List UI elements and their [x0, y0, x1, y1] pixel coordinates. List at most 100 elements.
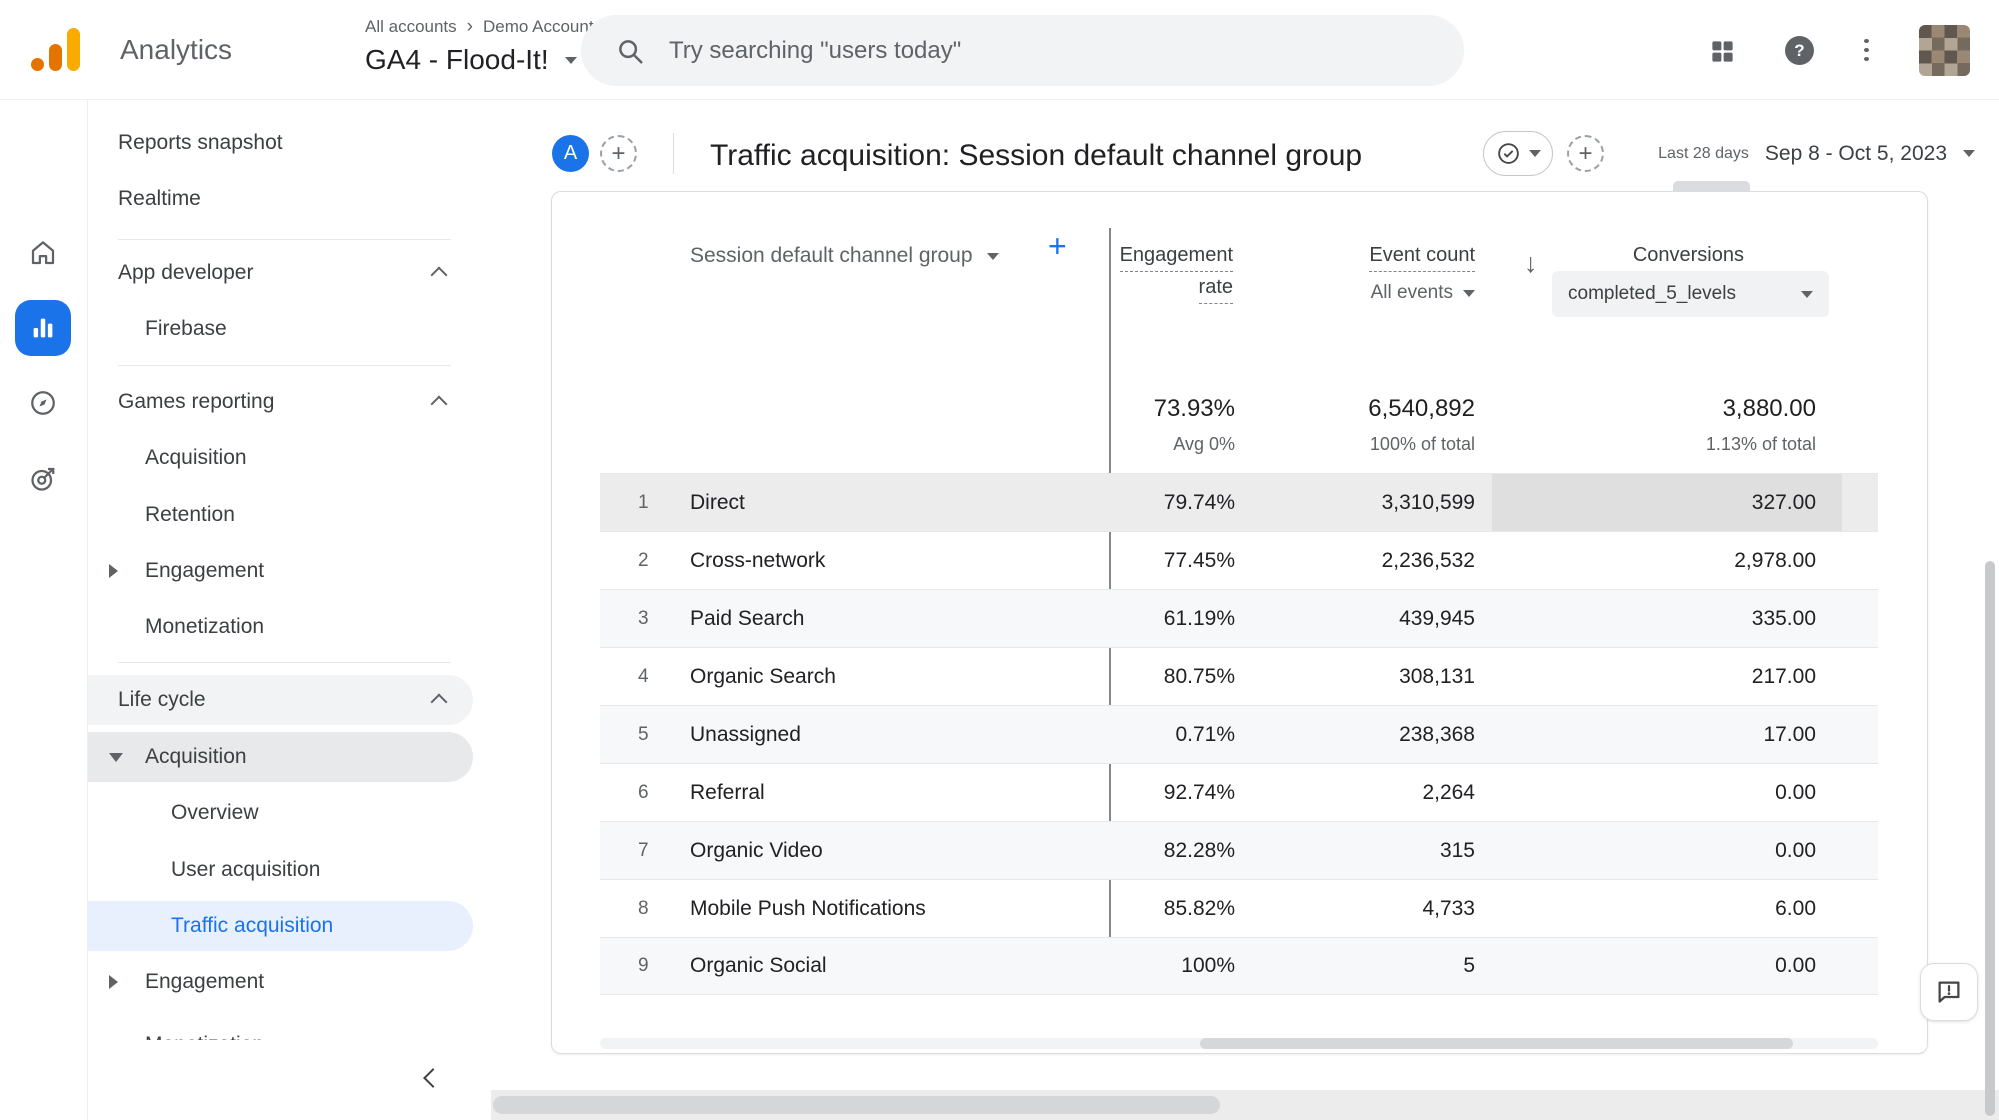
table-row[interactable]: 9 Organic Social 100% 5 0.00	[600, 937, 1878, 995]
collapse-nav-button[interactable]	[413, 1058, 453, 1098]
feedback-button[interactable]	[1920, 963, 1978, 1021]
totals-conversions-sub: 1.13% of total	[1706, 432, 1816, 456]
row-index: 6	[600, 764, 690, 821]
table-row[interactable]: 8 Mobile Push Notifications 85.82% 4,733…	[600, 879, 1878, 937]
column-header-conversions[interactable]: Conversions	[1633, 240, 1744, 272]
sidebar-item-overview[interactable]: Overview	[88, 788, 473, 838]
engagement-rate-cell: 61.19%	[1110, 590, 1241, 647]
compass-icon	[28, 388, 58, 418]
more-options-button[interactable]	[1852, 36, 1880, 64]
channel-name: Paid Search	[690, 590, 1110, 647]
table-body: 1 Direct 79.74% 3,310,599 327.00 2 Cross…	[600, 473, 1878, 995]
sidebar-item-monetization-lifecycle[interactable]: Monetization	[88, 1020, 473, 1040]
report-status-button[interactable]	[1483, 131, 1553, 176]
search-input[interactable]	[667, 36, 1464, 66]
conversions-cell: 0.00	[1477, 938, 1878, 994]
table-row[interactable]: 7 Organic Video 82.28% 315 0.00	[600, 821, 1878, 879]
sidebar-item-monetization-games[interactable]: Monetization	[88, 602, 473, 652]
conversions-cell: 17.00	[1477, 706, 1878, 763]
clipped-scroll-element	[1673, 181, 1750, 191]
table-row[interactable]: 5 Unassigned 0.71% 238,368 17.00	[600, 705, 1878, 763]
breadcrumb-account[interactable]: Demo Account	[483, 17, 594, 37]
add-comparison-button[interactable]: +	[600, 135, 637, 172]
sidebar-item-label: Firebase	[145, 317, 227, 341]
totals-engagement-rate: 73.93%	[1154, 394, 1235, 424]
table-row[interactable]: 6 Referral 92.74% 2,264 0.00	[600, 763, 1878, 821]
user-avatar[interactable]	[1919, 25, 1970, 76]
report-nav-panel: Reports snapshot Realtime App developer …	[87, 100, 491, 1120]
page-vertical-scrollbar[interactable]	[1985, 561, 1995, 1116]
date-range-selector[interactable]: Last 28 days Sep 8 - Oct 5, 2023	[1658, 131, 1975, 176]
chevron-up-icon	[431, 396, 448, 413]
nav-list: Reports snapshot Realtime App developer …	[88, 100, 492, 1040]
page-horizontal-scrollbar[interactable]	[491, 1090, 1999, 1120]
table-row[interactable]: 4 Organic Search 80.75% 308,131 217.00	[600, 647, 1878, 705]
channel-name: Organic Search	[690, 648, 1110, 705]
sidebar-item-realtime[interactable]: Realtime	[88, 174, 473, 224]
apps-grid-button[interactable]	[1707, 36, 1737, 66]
comparison-chip[interactable]: A	[552, 135, 589, 172]
event-count-cell: 5	[1241, 938, 1477, 994]
sidebar-section-games-reporting[interactable]: Games reporting	[88, 377, 473, 427]
chevron-down-icon	[1963, 150, 1975, 157]
chevron-up-icon	[431, 267, 448, 284]
report-table-card: Session default channel group + Engageme…	[551, 191, 1928, 1054]
sidebar-section-life-cycle[interactable]: Life cycle	[88, 675, 473, 725]
column-header-event-count[interactable]: Event count All events	[1369, 240, 1475, 308]
conversions-cell-selected[interactable]: 327.00	[1477, 474, 1878, 531]
totals-conversions: 3,880.00	[1723, 394, 1816, 424]
property-selector[interactable]: GA4 - Flood-It!	[365, 44, 577, 76]
reports-button[interactable]	[15, 300, 71, 356]
add-dimension-button[interactable]: +	[1048, 230, 1067, 262]
row-index: 7	[600, 822, 690, 879]
chevron-down-icon	[1801, 291, 1813, 298]
ga4-app: Analytics All accounts › Demo Account GA…	[0, 0, 1999, 1120]
sidebar-item-reports-snapshot[interactable]: Reports snapshot	[88, 118, 473, 168]
row-index: 5	[600, 706, 690, 763]
sidebar-item-label: Acquisition	[145, 745, 247, 769]
advertising-button[interactable]	[15, 451, 71, 507]
conversion-event-selector[interactable]: completed_5_levels	[1552, 271, 1829, 317]
chevron-right-icon: ›	[467, 16, 473, 38]
sidebar-item-traffic-acquisition[interactable]: Traffic acquisition	[88, 901, 473, 951]
table-row[interactable]: 3 Paid Search 61.19% 439,945 335.00	[600, 589, 1878, 647]
search-bar[interactable]	[581, 15, 1464, 86]
explore-button[interactable]	[15, 375, 71, 431]
table-row[interactable]: 1 Direct 79.74% 3,310,599 327.00	[600, 473, 1878, 531]
customize-report-button[interactable]: +	[1567, 135, 1604, 172]
event-filter-selector[interactable]: All events	[1369, 278, 1475, 308]
sidebar-item-label: Monetization	[145, 615, 264, 639]
sidebar-item-label: Engagement	[145, 970, 264, 994]
analytics-logo-icon[interactable]	[31, 28, 80, 71]
sidebar-item-acquisition-games[interactable]: Acquisition	[88, 433, 473, 483]
channel-name: Direct	[690, 474, 1110, 531]
sidebar-item-engagement-lifecycle[interactable]: Engagement	[88, 957, 473, 1007]
sidebar-item-firebase[interactable]: Firebase	[88, 304, 473, 354]
dimension-label: Session default channel group	[690, 244, 973, 268]
breadcrumb-all-accounts[interactable]: All accounts	[365, 17, 457, 37]
scrollbar-thumb[interactable]	[493, 1096, 1220, 1114]
chevron-down-icon	[565, 57, 577, 64]
sidebar-item-retention[interactable]: Retention	[88, 490, 473, 540]
sidebar-item-acquisition-lifecycle[interactable]: Acquisition	[88, 732, 473, 782]
engagement-rate-cell: 85.82%	[1110, 880, 1241, 937]
row-index: 1	[600, 474, 690, 531]
column-header-engagement-rate[interactable]: Engagement rate	[1120, 240, 1233, 304]
sidebar-item-user-acquisition[interactable]: User acquisition	[88, 845, 473, 895]
sidebar-item-label: Reports snapshot	[118, 131, 283, 155]
dimension-selector[interactable]: Session default channel group	[690, 238, 999, 274]
sort-descending-icon: ↓	[1524, 248, 1538, 279]
sidebar-section-app-developer[interactable]: App developer	[88, 248, 473, 298]
table-horizontal-scrollbar[interactable]	[600, 1038, 1878, 1049]
engagement-rate-cell: 100%	[1110, 938, 1241, 994]
conversions-cell: 217.00	[1477, 648, 1878, 705]
expand-arrow-icon	[109, 975, 118, 989]
sidebar-item-engagement-games[interactable]: Engagement	[88, 546, 473, 596]
row-index: 3	[600, 590, 690, 647]
help-button[interactable]: ?	[1785, 36, 1814, 65]
home-button[interactable]	[15, 225, 71, 281]
event-count-cell: 2,236,532	[1241, 532, 1477, 589]
scrollbar-thumb[interactable]	[1200, 1038, 1793, 1049]
dot-icon	[1864, 57, 1869, 61]
table-row[interactable]: 2 Cross-network 77.45% 2,236,532 2,978.0…	[600, 531, 1878, 589]
